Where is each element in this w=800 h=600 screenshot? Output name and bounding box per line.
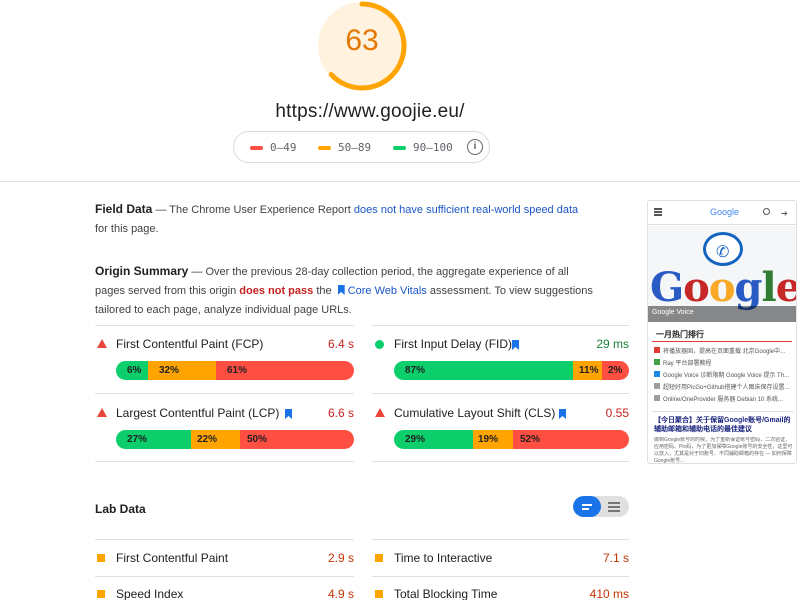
fail-triangle-icon [97, 339, 107, 348]
expanded-view-button[interactable] [601, 496, 629, 517]
phone-icon: ✆ [703, 232, 743, 266]
thumb-list: 将播放器固，提高在页面重载 北京Google中... Ray 平台部署教程 Go… [654, 346, 794, 406]
thumb-article-body: 做到Google账号的时候，为了重新保证账号密码，二次验证、应用密码、Pin码，… [654, 437, 793, 463]
lab-fcp-label: First Contentful Paint [116, 551, 229, 565]
thumb-hero-image: ✆ Google Google Voice [648, 226, 796, 322]
thumb-section-rule [652, 341, 792, 342]
lcp-field-value: 6.6 s [327, 406, 354, 420]
lcp-field-label: Largest Contentful Paint (LCP) [116, 406, 280, 420]
thumb-list-item: 超短好用PicGo+Github搭建个人图床保存设置... [654, 382, 794, 394]
lcp-poor-segment: 50% [240, 430, 354, 449]
fcp-distribution-bar: 6% 32% 61% [116, 361, 354, 380]
cls-good-segment: 29% [394, 430, 473, 449]
metrics-top-divider-right [372, 325, 629, 326]
origin-summary-fail: does not pass [239, 285, 314, 297]
core-web-vitals-link[interactable]: Core Web Vitals [348, 285, 427, 297]
cls-poor-segment: 52% [513, 430, 629, 449]
legend-green-marker [393, 146, 406, 150]
origin-summary-text-b: the [316, 285, 335, 297]
cls-distribution-bar: 29% 19% 52% [394, 430, 629, 449]
average-square-icon [375, 554, 383, 562]
average-square-icon [97, 554, 105, 562]
page-url: https://www.goojie.eu/ [275, 101, 465, 122]
bookmark-icon [337, 285, 345, 295]
metrics-top-divider-left [95, 325, 354, 326]
lab-speed-index-label: Speed Index [116, 587, 184, 600]
lab-tti-label: Time to Interactive [394, 551, 493, 565]
average-square-icon [97, 590, 105, 598]
thumb-hero-caption-bar: Google Voice [648, 306, 796, 322]
login-icon: ➔ [781, 209, 788, 218]
legend-orange-label: 50–89 [338, 141, 372, 154]
fcp-needs-improvement-segment: 32% [148, 361, 216, 380]
fcp-field-value: 6.4 s [327, 337, 354, 351]
thumb-hero-word: Google [650, 264, 796, 311]
fid-distribution-bar: 87% 11% 2% [394, 361, 629, 380]
fail-triangle-icon [97, 408, 107, 417]
thumb-article-title: 【今日聚合】关于保留Google账号/Gmail的辅助邮箱和辅助电话的最佳建议 [654, 417, 791, 433]
bookmark-icon [512, 340, 519, 350]
origin-summary-title: Origin Summary [95, 264, 189, 278]
thumb-list-item: 将播放器固，提高在页面重载 北京Google中... [654, 346, 794, 358]
cls-field-label: Cumulative Layout Shift (CLS) [394, 406, 556, 420]
lab-tbt-value: 410 ms [589, 587, 629, 600]
fid-needs-improvement-segment: 11% [573, 361, 602, 380]
thumb-list-item: Ray 平台部署教程 [654, 358, 794, 370]
fail-triangle-icon [375, 408, 385, 417]
fcp-good-segment: 6% [116, 361, 148, 380]
lcp-needs-improvement-segment: 22% [191, 430, 240, 449]
fid-field-label: First Input Delay (FID) [394, 337, 513, 351]
lcp-good-segment: 27% [116, 430, 191, 449]
thumb-hero-caption: Google Voice [652, 309, 694, 316]
pass-circle-icon [375, 340, 384, 349]
lab-fcp-value: 2.9 s [327, 551, 354, 565]
field-data-link[interactable]: does not have sufficient real-world spee… [354, 204, 578, 216]
thumb-header: Google ➔ [648, 201, 796, 225]
page-screenshot-thumbnail: Google ➔ ✆ Google Google Voice 一月热门排行 将播… [647, 200, 797, 464]
lcp-distribution-bar: 27% 22% 50% [116, 430, 354, 449]
view-toggle[interactable] [573, 496, 629, 517]
lab-speed-index-value: 4.9 s [327, 587, 354, 600]
metrics-mid-divider-right [372, 393, 629, 394]
lab-data-title: Lab Data [95, 502, 146, 516]
legend-green-label: 90–100 [413, 141, 453, 154]
cls-field-value: 0.55 [605, 406, 629, 420]
average-square-icon [375, 590, 383, 598]
lab-divider-1-left [95, 539, 354, 540]
fcp-poor-segment: 61% [216, 361, 354, 380]
legend-red-marker [250, 146, 263, 150]
metrics-mid-divider-left [95, 393, 354, 394]
thumb-list-item: Online/OneProvider 服务器 Debian 10 系统... [654, 394, 794, 406]
metrics-bottom-divider-left [95, 461, 354, 462]
fid-field-value: 29 ms [596, 337, 629, 351]
score-legend: 0–49 50–89 90–100 i [233, 131, 490, 163]
field-data-title: Field Data [95, 202, 153, 216]
lab-divider-2-right [372, 576, 629, 577]
thumb-section-title: 一月热门排行 [656, 330, 704, 339]
fid-good-segment: 87% [394, 361, 573, 380]
lab-divider-1-right [372, 539, 629, 540]
lab-tbt-label: Total Blocking Time [394, 587, 498, 600]
lab-divider-2-left [95, 576, 354, 577]
compact-view-button[interactable] [573, 496, 601, 517]
thumb-divider [652, 411, 794, 412]
field-data-section: Field Data — The Chrome User Experience … [95, 200, 585, 239]
fid-poor-segment: 2% [602, 361, 629, 380]
field-data-text-a: — The Chrome User Experience Report [155, 204, 354, 216]
info-icon[interactable]: i [467, 139, 483, 155]
search-icon [763, 208, 770, 215]
performance-score: 63 [345, 24, 379, 57]
thumb-logo: Google [710, 207, 740, 217]
menu-icon [654, 208, 662, 210]
cls-needs-improvement-segment: 19% [473, 430, 513, 449]
lab-tti-value: 7.1 s [602, 551, 629, 565]
field-data-text-b: for this page. [95, 223, 159, 235]
legend-red-label: 0–49 [270, 141, 297, 154]
legend-orange-marker [318, 146, 331, 150]
thumb-list-item: Google Voice 诊断限期 Google Voice 提示 Th... [654, 370, 794, 382]
origin-summary-section: Origin Summary — Over the previous 28-da… [95, 262, 595, 320]
fcp-field-label: First Contentful Paint (FCP) [116, 337, 264, 351]
header-divider [0, 181, 800, 182]
metrics-bottom-divider-right [372, 461, 629, 462]
